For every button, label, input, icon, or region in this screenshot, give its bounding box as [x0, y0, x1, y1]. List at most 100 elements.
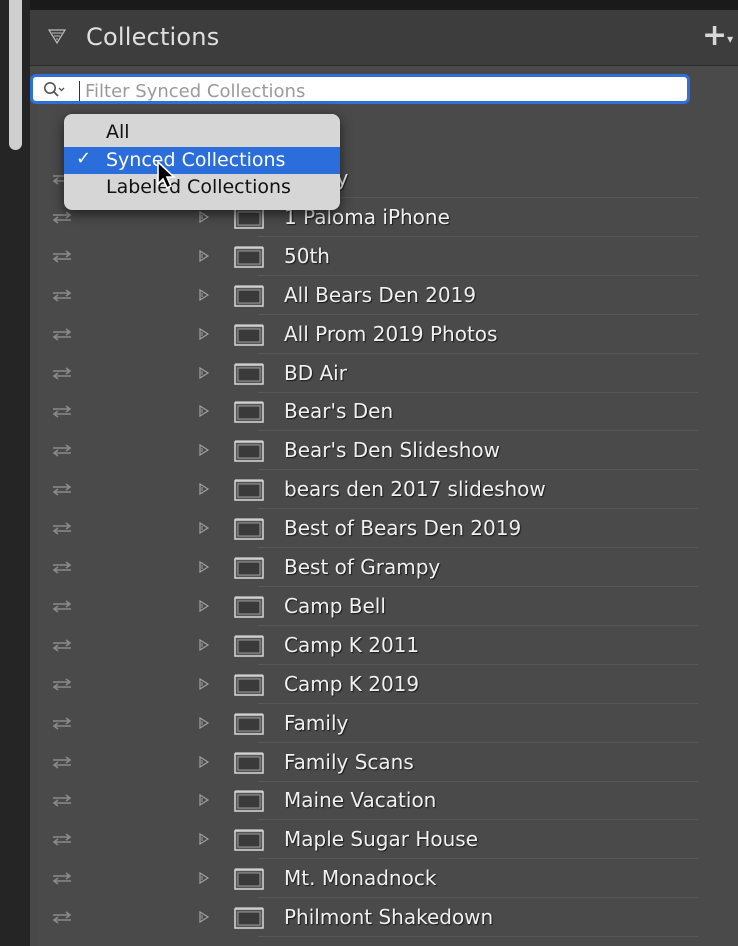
menu-item-synced-collections[interactable]: ✓ Synced Collections	[64, 147, 340, 174]
collection-row[interactable]: Best of Bears Den 2019	[0, 510, 708, 549]
sync-arrows-icon[interactable]	[50, 870, 74, 886]
collection-row[interactable]: All Prom 2019 Photos	[0, 316, 708, 354]
sync-arrows-icon[interactable]	[50, 909, 74, 925]
collection-name: Family	[284, 710, 349, 735]
row-divider	[258, 586, 698, 587]
collection-set-icon	[234, 829, 264, 852]
expand-arrow-icon[interactable]	[198, 677, 210, 690]
expand-arrow-icon[interactable]	[198, 561, 210, 573]
panel-header[interactable]: Collections +▾	[30, 10, 738, 66]
sync-arrows-icon[interactable]	[50, 754, 74, 770]
expand-arrow-icon[interactable]	[198, 288, 210, 301]
expand-arrow-icon[interactable]	[198, 911, 210, 924]
collection-set-icon	[234, 440, 264, 463]
collection-row[interactable]: BD Air	[0, 355, 708, 393]
collection-set-icon	[234, 246, 264, 268]
sync-arrows-icon[interactable]	[50, 715, 74, 731]
collection-name: Camp Bell	[284, 593, 386, 618]
menu-item-label: All	[106, 121, 130, 143]
sync-arrows-icon[interactable]	[50, 559, 74, 575]
collection-set-icon	[234, 518, 264, 540]
collection-set-icon	[234, 323, 264, 346]
row-divider	[258, 780, 698, 782]
sync-arrows-icon[interactable]	[50, 326, 74, 342]
collection-row[interactable]: bears den 2017 slideshow	[0, 471, 708, 510]
expand-arrow-icon[interactable]	[198, 405, 210, 418]
disclosure-triangle-icon[interactable]	[48, 28, 66, 46]
sync-arrows-icon[interactable]	[50, 676, 74, 692]
collection-row[interactable]: Maple Sugar House	[0, 821, 708, 860]
collection-row[interactable]: 50th	[0, 238, 708, 276]
menu-item-all[interactable]: All	[64, 119, 340, 146]
collection-name: Camp K 2011	[284, 632, 420, 657]
collection-row[interactable]: Philmont Shakedown	[0, 899, 708, 938]
collection-row[interactable]: Camp Bell	[0, 588, 708, 626]
sync-arrows-icon[interactable]	[50, 287, 74, 303]
sync-arrows-icon[interactable]	[50, 481, 74, 497]
collection-row[interactable]: All Bears Den 2019	[0, 277, 708, 315]
expand-arrow-icon[interactable]	[198, 794, 210, 807]
collection-set-icon	[234, 557, 264, 579]
sync-arrows-icon[interactable]	[50, 637, 74, 653]
collection-row[interactable]: Family	[0, 705, 708, 743]
collection-name: Camp K 2019	[284, 671, 420, 696]
expand-arrow-icon[interactable]	[198, 872, 210, 885]
scrollbar-thumb[interactable]	[9, 0, 22, 150]
expand-arrow-icon[interactable]	[198, 833, 210, 846]
expand-arrow-icon[interactable]	[198, 327, 210, 340]
collection-row[interactable]: Best of Grampy	[0, 549, 708, 587]
mouse-pointer-icon	[157, 160, 177, 190]
expand-arrow-icon[interactable]	[198, 755, 210, 768]
collection-name: Bear's Den	[284, 399, 394, 424]
row-divider	[258, 702, 698, 704]
row-divider	[258, 858, 698, 860]
sync-arrows-icon[interactable]	[50, 792, 74, 808]
expand-arrow-icon[interactable]	[198, 444, 210, 457]
collection-row[interactable]: Camp K 2019	[0, 666, 708, 704]
menu-item-label: Synced Collections	[106, 149, 286, 171]
collection-row[interactable]: Maine Vacation	[0, 782, 708, 821]
menu-item-label: Labeled Collections	[106, 176, 291, 198]
expand-arrow-icon[interactable]	[198, 638, 210, 651]
sync-arrows-icon[interactable]	[50, 403, 74, 419]
search-icon[interactable]	[43, 81, 65, 99]
sync-arrows-icon[interactable]	[50, 520, 74, 536]
sync-arrows-icon[interactable]	[50, 598, 74, 614]
collection-set-icon	[234, 401, 264, 424]
sync-arrows-icon[interactable]	[50, 248, 74, 264]
collection-name: bears den 2017 slideshow	[284, 477, 546, 502]
row-divider	[258, 391, 698, 393]
collection-set-icon	[234, 674, 264, 696]
collection-row[interactable]: Bear's Den	[0, 393, 708, 432]
expand-arrow-icon[interactable]	[198, 483, 210, 496]
expand-arrow-icon[interactable]	[198, 716, 210, 729]
expand-arrow-icon[interactable]	[198, 599, 210, 612]
filter-search-field[interactable]	[30, 74, 690, 104]
collection-name: Best of Bears Den 2019	[284, 516, 522, 541]
sync-arrows-icon[interactable]	[50, 209, 74, 225]
add-collection-button[interactable]: +▾	[702, 21, 733, 56]
collection-name: Best of Grampy	[284, 555, 441, 579]
row-divider	[258, 897, 698, 899]
sync-arrows-icon[interactable]	[50, 442, 74, 458]
collection-row[interactable]: Mt. Monadnock	[0, 860, 708, 899]
collection-name: All Bears Den 2019	[284, 282, 477, 307]
collection-set-icon	[234, 596, 264, 618]
collection-row[interactable]: Family Scans	[0, 744, 708, 782]
expand-arrow-icon[interactable]	[198, 366, 210, 379]
menu-item-labeled-collections[interactable]: Labeled Collections	[64, 174, 340, 201]
sync-arrows-icon[interactable]	[50, 831, 74, 847]
filter-dropdown-menu: All ✓ Synced Collections Labeled Collect…	[64, 114, 340, 210]
collection-set-icon	[234, 712, 264, 735]
expand-arrow-icon[interactable]	[198, 249, 210, 262]
expand-arrow-icon[interactable]	[198, 210, 210, 223]
row-divider	[258, 819, 698, 821]
collection-row[interactable]: Camp K 2011	[0, 627, 708, 665]
sync-arrows-icon[interactable]	[50, 365, 74, 381]
collection-name: All Prom 2019 Photos	[284, 321, 498, 346]
filter-search-input[interactable]	[83, 79, 687, 103]
expand-arrow-icon[interactable]	[198, 522, 210, 535]
collection-name: Maple Sugar House	[284, 827, 479, 852]
row-divider	[258, 624, 698, 626]
collection-row[interactable]: Bear's Den Slideshow	[0, 432, 708, 471]
